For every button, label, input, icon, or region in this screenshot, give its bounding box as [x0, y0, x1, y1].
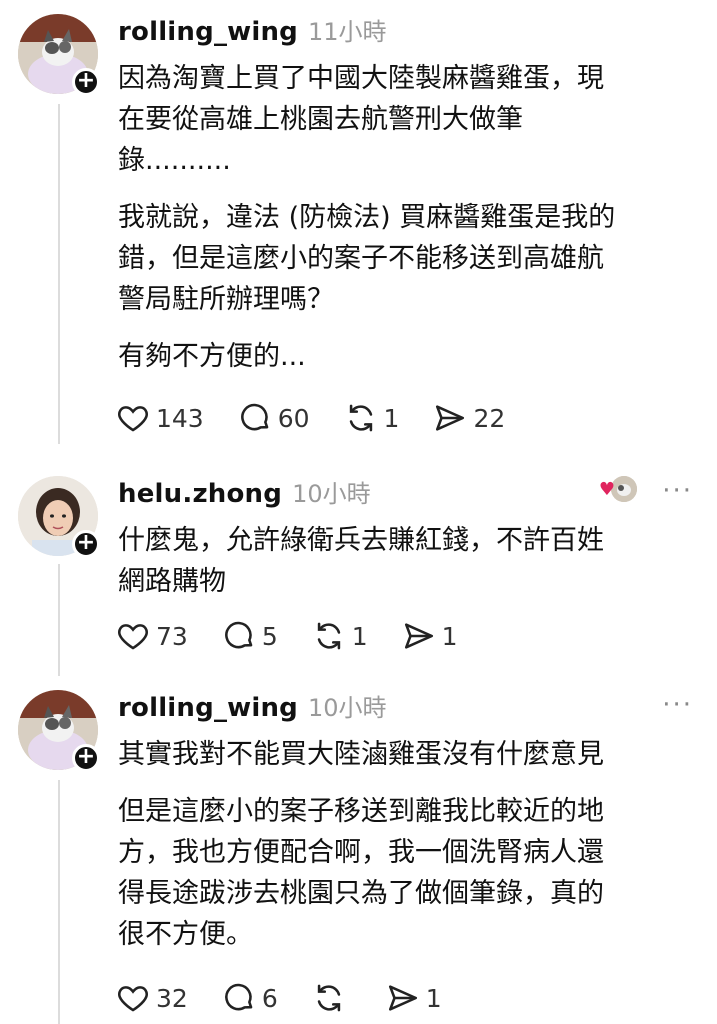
comment-count: 5 — [261, 621, 278, 651]
username[interactable]: helu.zhong — [118, 479, 282, 509]
like-count: 73 — [156, 621, 188, 651]
thread-line — [58, 564, 60, 676]
avatar[interactable]: + — [18, 476, 100, 558]
comment-bubble-icon — [224, 983, 253, 1011]
share-button[interactable]: 22 — [433, 401, 505, 435]
username[interactable]: rolling_wing — [118, 17, 298, 47]
share-button[interactable]: 1 — [402, 619, 458, 653]
comment-count: 6 — [261, 983, 278, 1013]
share-icon — [388, 985, 417, 1011]
post-paragraph: 我就說，違法 (防檢法) 買麻醬雞蛋是我的 錯，但是這麼小的案子不能移送到高雄航… — [118, 202, 616, 315]
comment-button[interactable]: 5 — [222, 619, 278, 653]
share-button[interactable]: 1 — [386, 981, 442, 1015]
repost-icon — [317, 622, 340, 650]
heart-icon — [118, 986, 148, 1012]
timestamp: 10小時 — [292, 480, 371, 508]
share-count: 1 — [425, 983, 442, 1013]
comment-bubble-icon — [224, 621, 253, 649]
username[interactable]: rolling_wing — [118, 693, 298, 723]
author-liked-indicator: ♥ — [599, 476, 637, 502]
heart-icon: ♥ — [598, 478, 615, 500]
post-body: 其實我對不能買大陸滷雞蛋沒有什麼意見 但是這麼小的案子移送到離我比較近的地 方，… — [118, 734, 688, 971]
like-count: 143 — [156, 403, 204, 433]
heart-icon — [118, 624, 148, 650]
like-button[interactable]: 73 — [116, 619, 188, 653]
action-bar: 73 5 1 1 — [116, 616, 492, 656]
post-paragraph: 其實我對不能買大陸滷雞蛋沒有什麼意見 — [118, 739, 604, 770]
share-icon — [436, 405, 465, 431]
action-bar: 32 6 1 — [116, 978, 476, 1018]
comment-button[interactable]: 6 — [222, 981, 278, 1015]
like-button[interactable]: 143 — [116, 401, 204, 435]
heart-icon — [118, 406, 148, 432]
avatar[interactable]: + — [18, 690, 100, 772]
comment-button[interactable]: 60 — [238, 401, 310, 435]
repost-button[interactable]: 1 — [344, 401, 400, 435]
like-count: 32 — [156, 983, 188, 1013]
like-button[interactable]: 32 — [116, 981, 188, 1015]
repost-icon — [349, 404, 372, 432]
repost-button[interactable]: 1 — [312, 619, 368, 653]
share-icon — [404, 623, 433, 649]
more-options-icon[interactable]: ··· — [662, 476, 693, 506]
timestamp: 11小時 — [308, 18, 387, 46]
action-bar: 143 60 1 22 — [116, 398, 539, 438]
repost-count: 1 — [351, 621, 368, 651]
share-count: 22 — [473, 403, 506, 433]
post-body: 因為淘寶上買了中國大陸製麻醬雞蛋，現 在要從高雄上桃園去航警刑大做筆 錄....… — [118, 58, 688, 393]
share-count: 1 — [441, 621, 458, 651]
thread-line — [58, 104, 60, 444]
post-paragraph: 什麼鬼，允許綠衛兵去賺紅錢，不許百姓 網路購物 — [118, 525, 604, 597]
timestamp: 10小時 — [308, 694, 387, 722]
follow-plus-icon[interactable]: + — [72, 68, 100, 96]
post-body: 什麼鬼，允許綠衛兵去賺紅錢，不許百姓 網路購物 — [118, 520, 688, 618]
comment-count: 60 — [277, 403, 310, 433]
repost-icon — [317, 984, 340, 1012]
comment-bubble-icon — [240, 403, 269, 431]
post-paragraph: 有夠不方便的... — [118, 341, 306, 372]
post-paragraph: 因為淘寶上買了中國大陸製麻醬雞蛋，現 在要從高雄上桃園去航警刑大做筆 錄....… — [118, 63, 604, 176]
thread-line — [58, 780, 60, 1024]
follow-plus-icon[interactable]: + — [72, 744, 100, 772]
more-options-icon[interactable]: ··· — [662, 690, 693, 720]
repost-button[interactable] — [312, 981, 352, 1015]
repost-count: 1 — [383, 403, 400, 433]
post-paragraph: 但是這麼小的案子移送到離我比較近的地 方，我也方便配合啊，我一個洗腎病人還 得長… — [118, 796, 604, 950]
follow-plus-icon[interactable]: + — [72, 530, 100, 558]
avatar[interactable]: + — [18, 14, 100, 96]
